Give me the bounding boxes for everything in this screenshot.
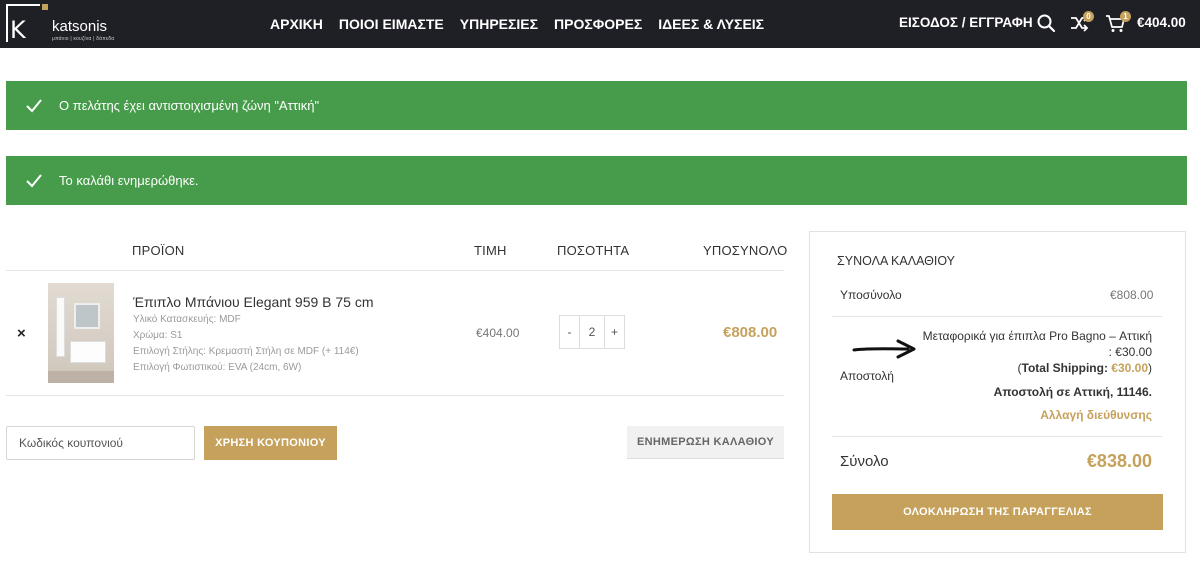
success-notice-zone: Ο πελάτης έχει αντιστοιχισμένη ζώνη "Αττ… bbox=[6, 81, 1187, 130]
order-total-value: €838.00 bbox=[1086, 451, 1152, 471]
site-header: K katsonis μπάνιο | κουζίνα | δάπεδα ΑΡΧ… bbox=[0, 0, 1200, 48]
compare-count-badge: 0 bbox=[1083, 11, 1094, 22]
remove-item-button[interactable]: × bbox=[17, 325, 26, 342]
subtotal-value: €808.00 bbox=[1110, 288, 1154, 302]
nav-home[interactable]: ΑΡΧΙΚΗ bbox=[270, 16, 323, 32]
logo-tagline: μπάνιο | κουζίνα | δάπεδα bbox=[52, 36, 115, 42]
logo-name: katsonis bbox=[52, 18, 108, 35]
product-meta-color: Χρώμα: S1 bbox=[133, 330, 183, 341]
qty-increase-button[interactable]: + bbox=[605, 316, 624, 348]
product-thumbnail[interactable] bbox=[48, 283, 114, 383]
main-nav: ΑΡΧΙΚΗ ΠΟΙΟΙ ΕΙΜΑΣΤΕ ΥΠΗΡΕΣΙΕΣ ΠΡΟΣΦΟΡΕΣ… bbox=[270, 0, 780, 48]
subtotal-label: Υποσύνολο bbox=[840, 288, 902, 302]
shipping-destination: Αποστολή σε Αττική, 11146. bbox=[993, 385, 1152, 399]
logo-k-glyph: K bbox=[10, 16, 26, 44]
nav-ideas[interactable]: ΙΔΕΕΣ & ΛΥΣΕΙΣ bbox=[658, 16, 764, 32]
col-header-quantity: ΠΟΣΟΤΗΤΑ bbox=[557, 243, 630, 258]
totals-divider bbox=[832, 436, 1162, 437]
total-shipping-line: (Total Shipping: €30.00) bbox=[1018, 361, 1152, 375]
logo-accent bbox=[42, 4, 48, 10]
coupon-code-input[interactable] bbox=[6, 426, 195, 460]
cart-totals-title: ΣΥΝΟΛΑ ΚΑΛΑΘΙΟΥ bbox=[837, 254, 956, 268]
notice-message: Ο πελάτης έχει αντιστοιχισμένη ζώνη "Αττ… bbox=[59, 98, 320, 113]
cart-count-badge: 1 bbox=[1120, 11, 1131, 22]
product-meta-column: Επιλογή Στήλης: Κρεμαστή Στήλη σε MDF (+… bbox=[133, 346, 359, 357]
login-register-link[interactable]: ΕΙΣΟΔΟΣ / ΕΓΓΡΑΦΗ bbox=[899, 15, 1033, 30]
qty-decrease-button[interactable]: - bbox=[560, 316, 579, 348]
apply-coupon-button[interactable]: ΧΡΗΣΗ ΚΟΥΠΟΝΙΟΥ bbox=[204, 426, 337, 460]
nav-services[interactable]: ΥΠΗΡΕΣΙΕΣ bbox=[460, 16, 538, 32]
table-divider bbox=[6, 395, 784, 396]
arrow-annotation-icon bbox=[852, 339, 916, 359]
checkmark-icon bbox=[26, 99, 42, 113]
total-shipping-close: ) bbox=[1148, 361, 1152, 375]
qty-input[interactable]: 2 bbox=[579, 316, 605, 348]
totals-divider bbox=[832, 316, 1162, 317]
table-divider bbox=[6, 270, 784, 271]
site-logo[interactable]: K katsonis μπάνιο | κουζίνα | δάπεδα bbox=[6, 4, 126, 44]
shipping-label: Αποστολή bbox=[840, 369, 894, 383]
header-cart-total[interactable]: €404.00 bbox=[1137, 15, 1186, 30]
product-name-link[interactable]: Έπιπλο Μπάνιου Elegant 959 B 75 cm bbox=[133, 294, 374, 310]
shipping-method-name[interactable]: Μεταφορικά για έπιπλα Pro Bagno – Αττική bbox=[923, 329, 1152, 343]
nav-about[interactable]: ΠΟΙΟΙ ΕΙΜΑΣΤΕ bbox=[339, 16, 444, 32]
quantity-stepper: - 2 + bbox=[559, 315, 625, 349]
notice-message: Το καλάθι ενημερώθηκε. bbox=[59, 173, 199, 188]
product-meta-material: Υλικό Κατασκευής: MDF bbox=[133, 314, 241, 325]
update-cart-button[interactable]: ΕΝΗΜΕΡΩΣΗ ΚΑΛΑΘΙΟΥ bbox=[627, 426, 784, 459]
product-meta-light: Επιλογή Φωτιστικού: EVA (24cm, 6W) bbox=[133, 362, 302, 373]
checkmark-icon bbox=[26, 174, 42, 188]
shipping-method-cost: : €30.00 bbox=[1108, 345, 1152, 359]
col-header-subtotal: ΥΠΟΣΥΝΟΛΟ bbox=[703, 243, 788, 258]
success-notice-cart-updated: Το καλάθι ενημερώθηκε. bbox=[6, 156, 1187, 205]
proceed-to-checkout-button[interactable]: ΟΛΟΚΛΗΡΩΣΗ ΤΗΣ ΠΑΡΑΓΓΕΛΙΑΣ bbox=[832, 494, 1163, 530]
change-address-link[interactable]: Αλλαγή διεύθυνσης bbox=[1040, 408, 1152, 422]
col-header-price: ΤΙΜΗ bbox=[474, 243, 507, 258]
nav-offers[interactable]: ΠΡΟΣΦΟΡΕΣ bbox=[554, 16, 642, 32]
search-icon[interactable] bbox=[1035, 12, 1057, 34]
total-label: Σύνολο bbox=[840, 453, 889, 470]
item-subtotal: €808.00 bbox=[723, 324, 778, 341]
col-header-product: ΠΡΟΪΟΝ bbox=[132, 243, 185, 258]
total-shipping-value: €30.00 bbox=[1111, 361, 1148, 375]
item-price: €404.00 bbox=[476, 326, 520, 340]
total-shipping-label: Total Shipping: bbox=[1021, 361, 1108, 375]
